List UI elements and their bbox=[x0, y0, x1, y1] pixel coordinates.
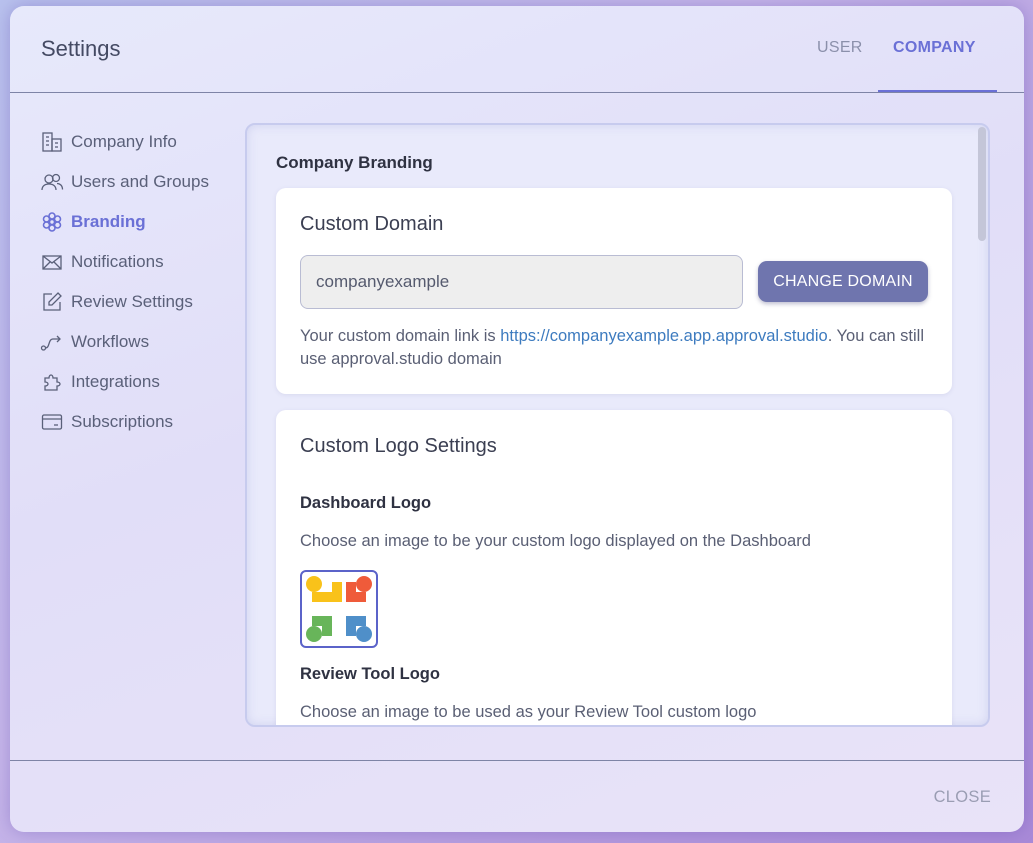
sidebar-item-label: Review Settings bbox=[71, 292, 193, 311]
tab-company[interactable]: COMPANY bbox=[893, 39, 976, 57]
review-tool-logo-title: Review Tool Logo bbox=[300, 665, 440, 683]
users-icon bbox=[40, 170, 64, 194]
sidebar-item-users-and-groups[interactable]: Users and Groups bbox=[40, 162, 240, 202]
sidebar-item-label: Subscriptions bbox=[71, 412, 174, 431]
edit-icon bbox=[40, 290, 64, 314]
domain-input[interactable]: companyexample bbox=[300, 255, 743, 309]
sidebar-item-subscriptions[interactable]: Subscriptions bbox=[40, 402, 240, 442]
sidebar-item-workflows[interactable]: Workflows bbox=[40, 322, 240, 362]
scroll-thumb[interactable] bbox=[978, 127, 986, 241]
sidebar-item-label: Users and Groups bbox=[71, 172, 209, 191]
content-scrollbar[interactable] bbox=[978, 125, 988, 725]
sidebar-nav: Company Info Users and Groups Branding N… bbox=[40, 122, 240, 442]
custom-domain-card: Custom Domain companyexample CHANGE DOMA… bbox=[276, 188, 952, 394]
sidebar-item-review-settings[interactable]: Review Settings bbox=[40, 282, 240, 322]
active-tab-indicator bbox=[878, 90, 997, 92]
sidebar-item-label: Branding bbox=[71, 212, 146, 231]
section-title: Company Branding bbox=[276, 153, 433, 172]
sidebar-item-integrations[interactable]: Integrations bbox=[40, 362, 240, 402]
dashboard-logo-title: Dashboard Logo bbox=[300, 494, 432, 512]
modal-title: Settings bbox=[41, 36, 121, 61]
envelope-icon bbox=[40, 250, 64, 274]
sidebar-item-company-info[interactable]: Company Info bbox=[40, 122, 240, 162]
card-icon bbox=[40, 410, 64, 434]
review-tool-logo-desc: Choose an image to be used as your Revie… bbox=[300, 703, 757, 721]
modal-header: Settings USER COMPANY bbox=[10, 6, 1024, 93]
puzzle-icon bbox=[40, 370, 64, 394]
building-icon bbox=[40, 130, 64, 154]
settings-modal: Settings USER COMPANY Company Info Users… bbox=[10, 6, 1024, 832]
content-panel: Company Branding Custom Domain companyex… bbox=[245, 123, 990, 727]
custom-logo-title: Custom Logo Settings bbox=[300, 435, 497, 457]
tab-user[interactable]: USER bbox=[817, 39, 863, 57]
flower-icon bbox=[40, 210, 64, 234]
custom-logo-card: Custom Logo Settings Dashboard Logo Choo… bbox=[276, 410, 952, 725]
dashboard-logo-image[interactable] bbox=[300, 570, 378, 648]
change-domain-button[interactable]: CHANGE DOMAIN bbox=[758, 261, 928, 302]
domain-note-prefix: Your custom domain link is bbox=[300, 327, 501, 345]
domain-note: Your custom domain link is https://compa… bbox=[300, 325, 940, 371]
modal-footer: CLOSE bbox=[10, 760, 1024, 832]
domain-link[interactable]: https://companyexample.app.approval.stud… bbox=[500, 327, 827, 345]
sidebar-item-label: Notifications bbox=[71, 252, 164, 271]
sidebar-item-label: Workflows bbox=[71, 332, 150, 351]
sidebar-item-label: Integrations bbox=[71, 372, 160, 391]
sidebar-item-branding[interactable]: Branding bbox=[40, 202, 240, 242]
custom-domain-title: Custom Domain bbox=[300, 213, 444, 235]
sidebar-item-label: Company Info bbox=[71, 132, 177, 151]
sidebar-item-notifications[interactable]: Notifications bbox=[40, 242, 240, 282]
workflow-icon bbox=[40, 330, 64, 354]
close-button[interactable]: CLOSE bbox=[934, 788, 991, 807]
dashboard-logo-desc: Choose an image to be your custom logo d… bbox=[300, 532, 811, 550]
